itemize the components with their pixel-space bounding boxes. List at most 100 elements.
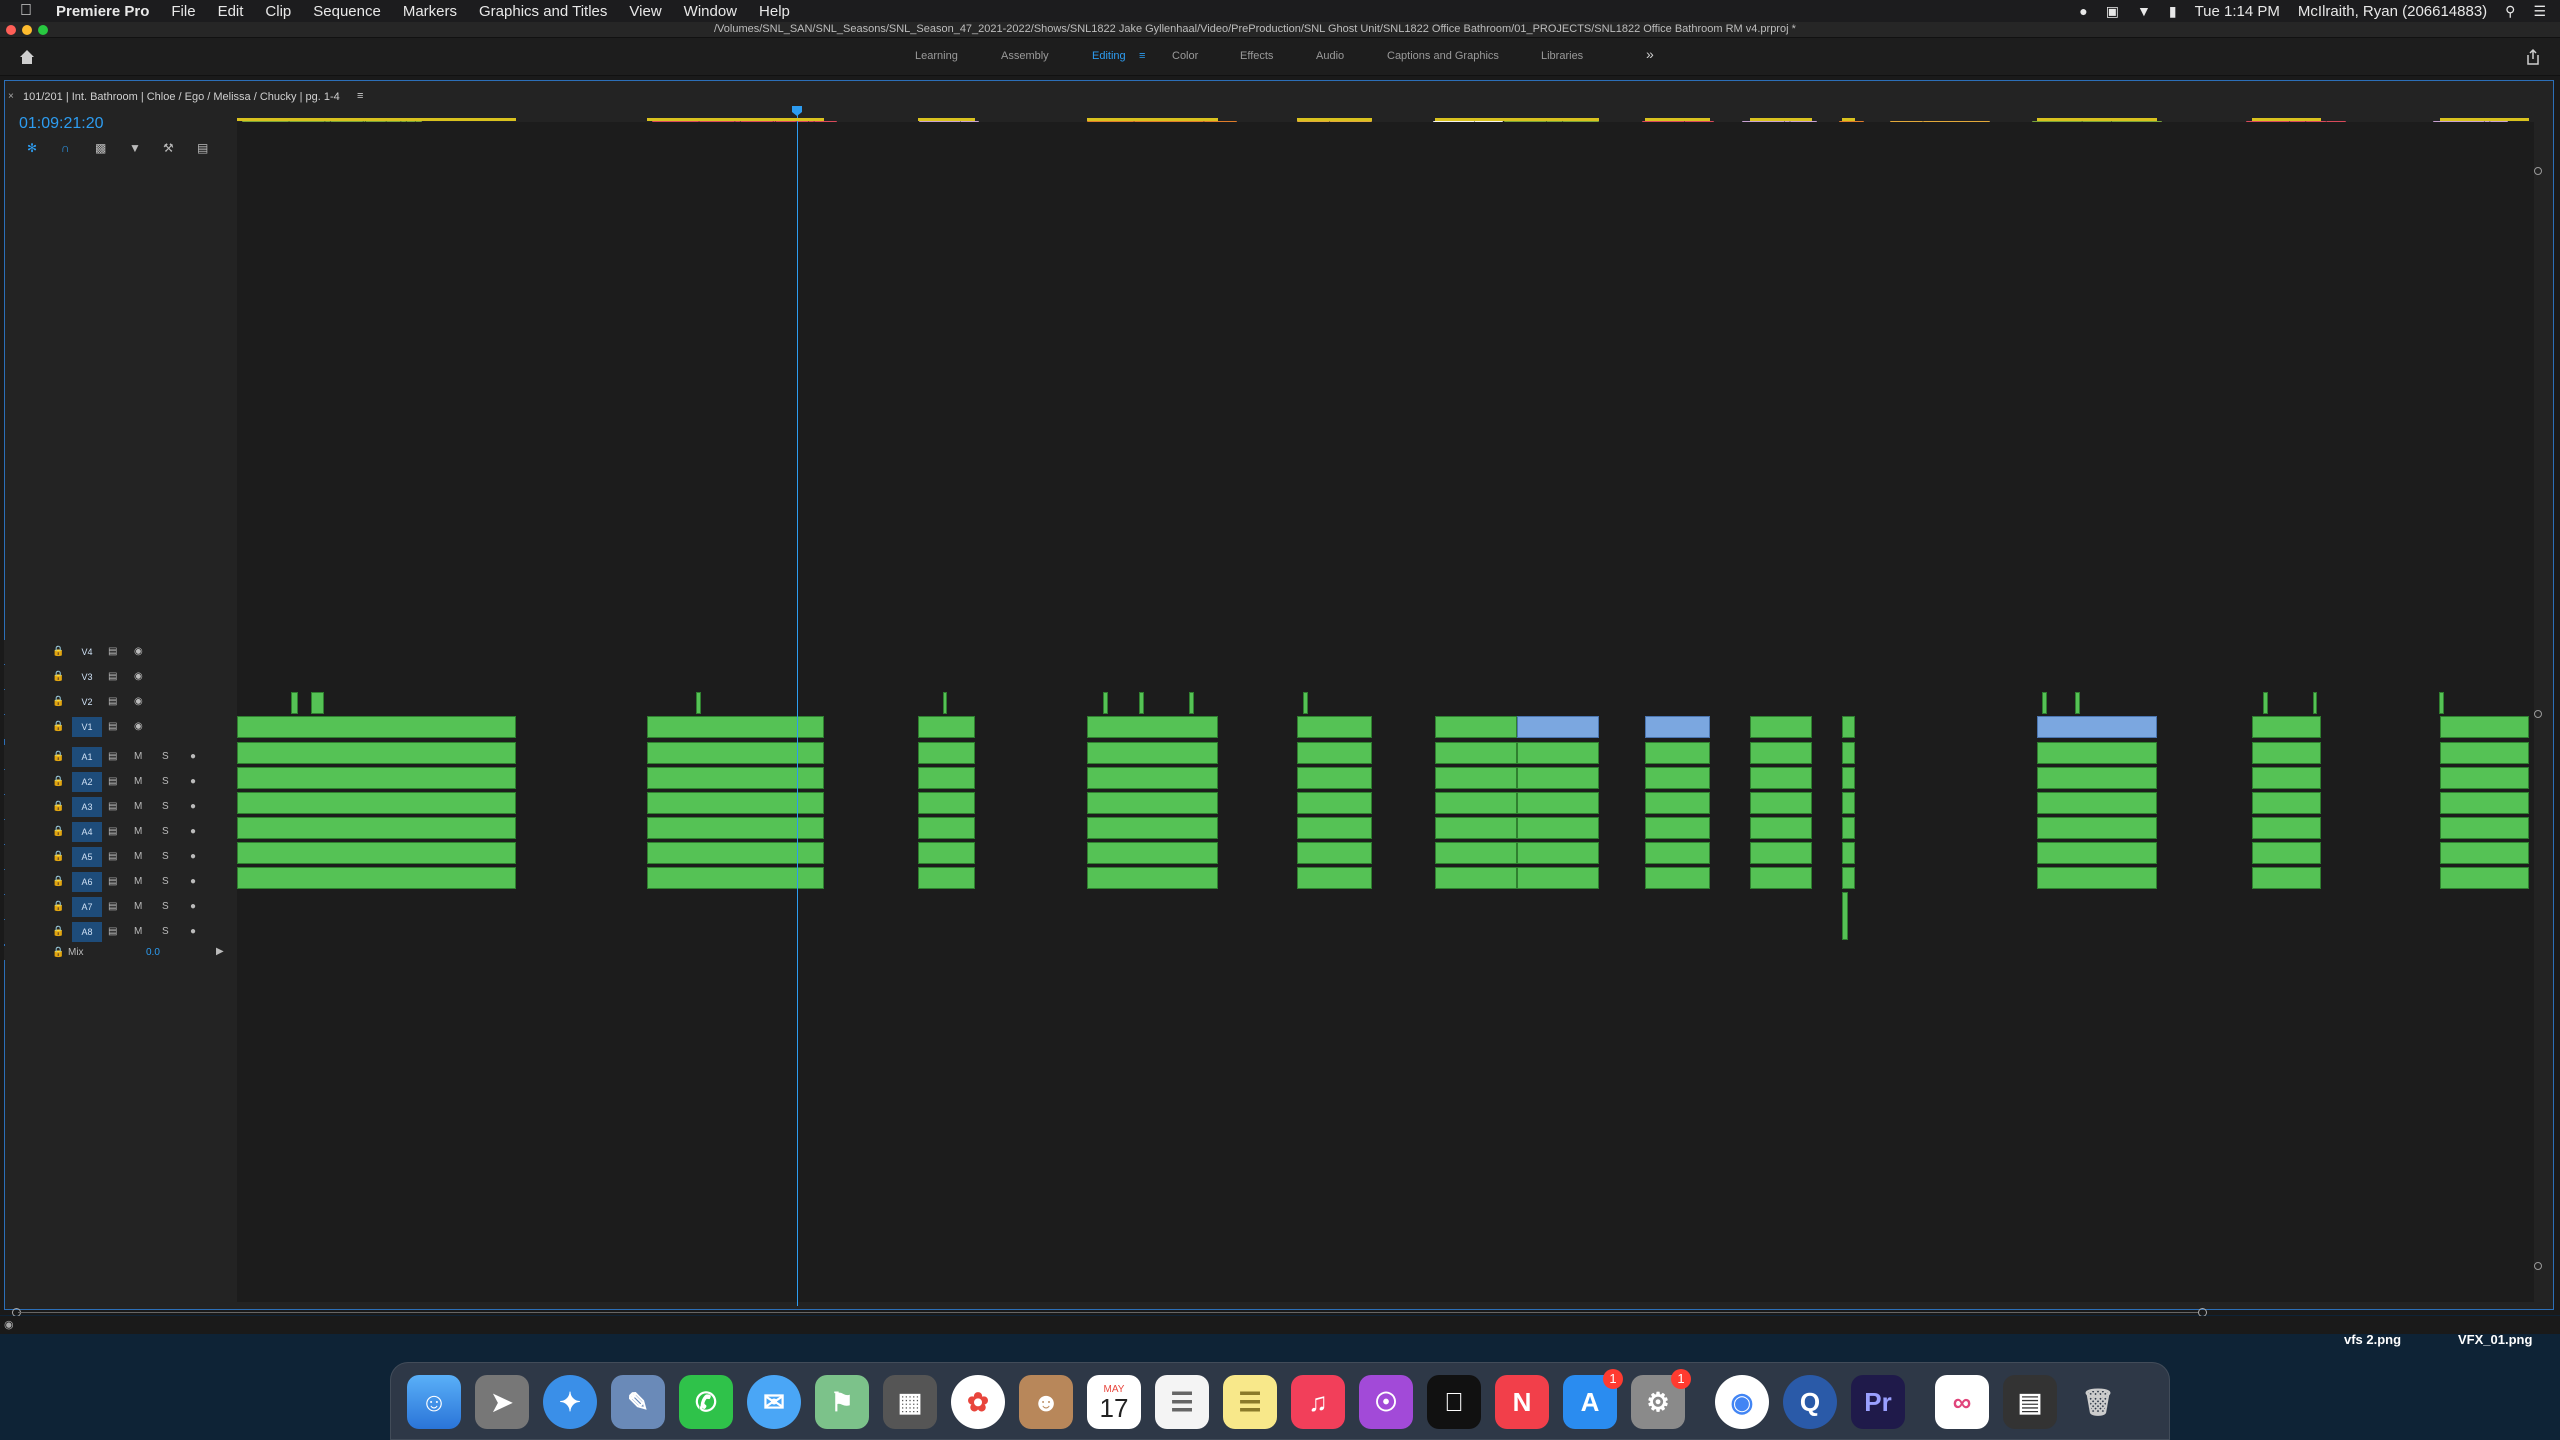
timeline-clip[interactable]	[1749, 817, 1813, 839]
reminders-icon[interactable]: ☰	[1155, 1375, 1209, 1429]
microphone-icon[interactable]: ●	[190, 851, 196, 862]
timeline-clip[interactable]	[1516, 842, 1599, 864]
mute-button[interactable]: M	[134, 776, 142, 787]
sync-lock-icon[interactable]: ▤	[108, 801, 117, 812]
safari-icon[interactable]: ✦	[543, 1375, 597, 1429]
timeline-clip[interactable]	[1296, 817, 1373, 839]
track-name[interactable]: V3	[72, 667, 102, 687]
preview-icon[interactable]: ✎	[611, 1375, 665, 1429]
timeline-clip[interactable]	[1086, 767, 1219, 789]
lock-track-icon[interactable]: 🔒	[52, 876, 64, 887]
timeline-clip[interactable]	[1516, 867, 1599, 889]
app-menu[interactable]: Premiere Pro	[56, 3, 149, 20]
timeline-clip[interactable]	[2041, 692, 2047, 714]
music-icon[interactable]: ♫	[1291, 1375, 1345, 1429]
timeline-clip[interactable]	[1139, 692, 1145, 714]
timeline-clip[interactable]	[917, 767, 976, 789]
timeline-clip[interactable]	[2251, 716, 2321, 738]
timeline-clip[interactable]	[2036, 742, 2157, 764]
tab-audio[interactable]: Audio	[1316, 50, 1344, 62]
home-icon[interactable]	[18, 48, 36, 66]
timeline-clip[interactable]	[1841, 892, 1848, 940]
tab-assembly[interactable]: Assembly	[1001, 50, 1049, 62]
timeline-clip[interactable]	[2251, 742, 2321, 764]
microphone-icon[interactable]: ●	[190, 826, 196, 837]
control-center-icon[interactable]: ☰	[2533, 3, 2546, 20]
menu-window[interactable]: Window	[684, 3, 737, 20]
timeline-clip[interactable]	[1841, 767, 1855, 789]
timeline-clip[interactable]	[1516, 817, 1599, 839]
track-name[interactable]: A6	[72, 872, 102, 892]
mute-button[interactable]: M	[134, 751, 142, 762]
menubar-user[interactable]: McIlraith, Ryan (206614883)	[2298, 3, 2487, 20]
track-name[interactable]: A5	[72, 847, 102, 867]
solo-button[interactable]: S	[162, 751, 169, 762]
lock-track-icon[interactable]: 🔒	[52, 646, 64, 657]
timeline-clip[interactable]	[2440, 842, 2530, 864]
menu-sequence[interactable]: Sequence	[313, 3, 381, 20]
timeline-clip[interactable]	[2036, 716, 2157, 738]
lock-track-icon[interactable]: 🔒	[52, 721, 64, 732]
timeline-clip[interactable]	[1434, 842, 1517, 864]
chrome-icon[interactable]: ◉	[1715, 1375, 1769, 1429]
track-name[interactable]: V2	[72, 692, 102, 712]
timeline-clip[interactable]	[1644, 767, 1711, 789]
timeline-clip[interactable]	[237, 867, 516, 889]
timeline-clip[interactable]	[237, 716, 516, 738]
trash-icon[interactable]: 🗑	[2071, 1375, 2125, 1429]
timeline-clip[interactable]	[1434, 767, 1517, 789]
timeline-clip[interactable]	[1841, 716, 1855, 738]
screen-mirror-icon[interactable]: ▣	[2106, 3, 2119, 20]
creative-cloud-icon[interactable]: ●	[2079, 3, 2087, 19]
calendar-icon[interactable]: MAY 17	[1087, 1375, 1141, 1429]
sequence-menu-icon[interactable]: ≡	[357, 90, 363, 102]
mix-value[interactable]: 0.0	[146, 947, 160, 958]
timeline-clip[interactable]	[917, 867, 976, 889]
captions-icon[interactable]: ▤	[197, 141, 211, 155]
timeline-clip[interactable]	[1434, 817, 1517, 839]
linked-selection-icon[interactable]: ▩	[95, 141, 109, 155]
share-icon[interactable]	[2524, 48, 2542, 66]
video-track-header[interactable]: 🔒 V4 ▤ ◉	[4, 640, 237, 664]
microphone-icon[interactable]: ●	[190, 901, 196, 912]
timeline-clip[interactable]	[1296, 842, 1373, 864]
timeline-clip[interactable]	[1086, 867, 1219, 889]
mute-button[interactable]: M	[134, 876, 142, 887]
menu-edit[interactable]: Edit	[218, 3, 244, 20]
wifi-icon[interactable]: ▼	[2137, 3, 2151, 19]
minimize-window-button[interactable]	[22, 25, 32, 35]
mute-button[interactable]: M	[134, 926, 142, 937]
track-name[interactable]: A1	[72, 747, 102, 767]
apple-icon[interactable]: 	[20, 2, 38, 20]
lock-track-icon[interactable]: 🔒	[52, 751, 64, 762]
tab-libraries[interactable]: Libraries	[1541, 50, 1583, 62]
menu-help[interactable]: Help	[759, 3, 790, 20]
menu-file[interactable]: File	[171, 3, 195, 20]
track-name[interactable]: A3	[72, 797, 102, 817]
sync-lock-icon[interactable]: ▤	[108, 721, 117, 732]
apple-tv-icon[interactable]: 	[1427, 1375, 1481, 1429]
video-track-header[interactable]: 🔒 V1 ▤ ◉	[4, 715, 237, 739]
lock-track-icon[interactable]: 🔒	[52, 901, 64, 912]
track-divider-handle[interactable]	[2534, 710, 2542, 718]
audio-track-header[interactable]: 🔒 A8 ▤ M S ●	[4, 920, 237, 944]
mute-button[interactable]: M	[134, 826, 142, 837]
timeline-clip[interactable]	[1296, 867, 1373, 889]
timeline-clip[interactable]	[1296, 716, 1373, 738]
news-icon[interactable]: N	[1495, 1375, 1549, 1429]
track-name[interactable]: A2	[72, 772, 102, 792]
timeline-clip[interactable]	[917, 842, 976, 864]
menubar-clock[interactable]: Tue 1:14 PM	[2195, 3, 2280, 20]
downloads-stack-icon[interactable]: ▤	[2003, 1375, 2057, 1429]
audio-track-header[interactable]: 🔒 A6 ▤ M S ●	[4, 870, 237, 894]
tab-color[interactable]: Color	[1172, 50, 1198, 62]
timeline-clip[interactable]	[237, 767, 516, 789]
solo-button[interactable]: S	[162, 926, 169, 937]
timeline-clip[interactable]	[2440, 792, 2530, 814]
quicktime-icon[interactable]: Q	[1783, 1375, 1837, 1429]
timeline-clip[interactable]	[2263, 692, 2269, 714]
timeline-clip[interactable]	[1749, 842, 1813, 864]
timeline-clip[interactable]	[2440, 867, 2530, 889]
messages-icon[interactable]: ✉	[747, 1375, 801, 1429]
finder-icon[interactable]: ☺	[407, 1375, 461, 1429]
